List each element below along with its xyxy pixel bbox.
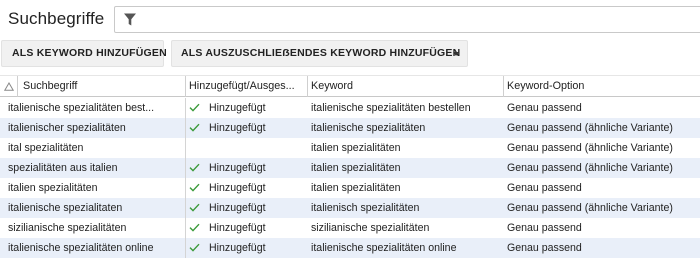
status-label: Hinzugefügt bbox=[209, 182, 266, 194]
search-term-cell: sizilianische spezialitäten bbox=[8, 222, 127, 234]
search-term-cell: ital spezialitäten bbox=[8, 142, 84, 154]
add-negative-keyword-label: ALS AUSZUSCHLIEẞENDES KEYWORD HINZUFÜGEN bbox=[181, 47, 461, 59]
column-divider bbox=[185, 178, 186, 198]
keyword-option-cell: Genau passend (ähnliche Variante) bbox=[507, 162, 673, 174]
keyword-option-cell: Genau passend bbox=[507, 102, 582, 114]
keyword-option-cell: Genau passend bbox=[507, 182, 582, 194]
keyword-cell: italienisch spezialitäten bbox=[311, 202, 420, 214]
top-bar: Suchbegriffe bbox=[0, 0, 700, 36]
table-row[interactable]: spezialitäten aus italien Hinzugefügt ital… bbox=[0, 158, 700, 178]
search-term-cell: italien spezialitäten bbox=[8, 182, 98, 194]
checkmark-icon bbox=[189, 243, 200, 252]
keyword-option-cell: Genau passend (ähnliche Variante) bbox=[507, 202, 673, 214]
status-cell bbox=[189, 138, 307, 158]
keyword-cell: italien spezialitäten bbox=[311, 162, 401, 174]
column-divider bbox=[185, 238, 186, 258]
dropdown-caret-icon[interactable] bbox=[453, 52, 459, 56]
checkmark-icon bbox=[189, 103, 200, 112]
status-cell: Hinzugefügt bbox=[189, 178, 307, 198]
checkmark-icon bbox=[189, 163, 200, 172]
table-row[interactable]: italienische spezialitäten best... Hinzug… bbox=[0, 98, 700, 118]
search-term-cell: italienische spezialitaten bbox=[8, 202, 123, 214]
table-row[interactable]: italienische spezialitaten Hinzugefügt ita… bbox=[0, 198, 700, 218]
column-header-keyword[interactable]: Keyword bbox=[311, 76, 501, 97]
column-divider bbox=[185, 198, 186, 218]
column-header-search-term[interactable]: Suchbegriff bbox=[23, 76, 183, 97]
table-row[interactable]: italienische spezialitäten online Hinzuge… bbox=[0, 238, 700, 258]
status-label: Hinzugefügt bbox=[209, 222, 266, 234]
status-label: Hinzugefügt bbox=[209, 242, 266, 254]
table-row[interactable]: ital spezialitäten italien spezialitäten G… bbox=[0, 138, 700, 158]
checkmark-icon bbox=[189, 203, 200, 212]
column-divider bbox=[185, 158, 186, 178]
table-header: Suchbegriff Hinzugefügt/Ausges... Keywor… bbox=[0, 75, 700, 97]
search-term-cell: italienischer spezialitäten bbox=[8, 122, 126, 134]
column-divider bbox=[503, 76, 504, 97]
table-row[interactable]: italienischer spezialitäten Hinzugefügt it… bbox=[0, 118, 700, 138]
status-cell: Hinzugefügt bbox=[189, 218, 307, 238]
search-term-cell: italienische spezialitäten online bbox=[8, 242, 154, 254]
column-divider bbox=[185, 218, 186, 238]
add-negative-keyword-button[interactable]: ALS AUSZUSCHLIEẞENDES KEYWORD HINZUFÜGEN bbox=[171, 40, 468, 67]
checkmark-icon bbox=[189, 183, 200, 192]
keyword-option-cell: Genau passend (ähnliche Variante) bbox=[507, 122, 673, 134]
status-label: Hinzugefügt bbox=[209, 202, 266, 214]
keyword-cell: italien spezialitäten bbox=[311, 182, 401, 194]
status-cell: Hinzugefügt bbox=[189, 238, 307, 258]
column-divider bbox=[185, 118, 186, 138]
status-label: Hinzugefügt bbox=[209, 162, 266, 174]
status-label: Hinzugefügt bbox=[209, 102, 266, 114]
table-row[interactable]: sizilianische spezialitäten Hinzugefügt si… bbox=[0, 218, 700, 238]
status-cell: Hinzugefügt bbox=[189, 118, 307, 138]
checkmark-icon bbox=[189, 223, 200, 232]
toolbar: ALS KEYWORD HINZUFÜGEN ALS AUSZUSCHLIEẞE… bbox=[0, 40, 700, 68]
keyword-cell: sizilianische spezialitäten bbox=[311, 222, 430, 234]
column-divider bbox=[307, 76, 308, 97]
sort-triangle-icon[interactable] bbox=[4, 82, 14, 91]
filter-input[interactable] bbox=[114, 6, 700, 33]
search-term-cell: italienische spezialitäten best... bbox=[8, 102, 155, 114]
column-divider bbox=[17, 76, 18, 97]
keyword-cell: italienische spezialitäten bestellen bbox=[311, 102, 471, 114]
keyword-cell: italienische spezialitäten bbox=[311, 122, 426, 134]
column-divider bbox=[185, 138, 186, 158]
column-divider bbox=[185, 98, 186, 118]
keyword-option-cell: Genau passend (ähnliche Variante) bbox=[507, 142, 673, 154]
table-row[interactable]: italien spezialitäten Hinzugefügt italien … bbox=[0, 178, 700, 198]
status-cell: Hinzugefügt bbox=[189, 198, 307, 218]
keyword-cell: italien spezialitäten bbox=[311, 142, 401, 154]
search-term-cell: spezialitäten aus italien bbox=[8, 162, 118, 174]
keyword-cell: italienische spezialitäten online bbox=[311, 242, 457, 254]
page-title: Suchbegriffe bbox=[8, 9, 105, 28]
column-divider bbox=[185, 76, 186, 97]
keyword-option-cell: Genau passend bbox=[507, 242, 582, 254]
status-cell: Hinzugefügt bbox=[189, 98, 307, 118]
status-label: Hinzugefügt bbox=[209, 122, 266, 134]
checkmark-icon bbox=[189, 123, 200, 132]
filter-icon[interactable] bbox=[123, 12, 137, 27]
keyword-option-cell: Genau passend bbox=[507, 222, 582, 234]
add-keyword-button[interactable]: ALS KEYWORD HINZUFÜGEN bbox=[1, 40, 167, 67]
status-cell: Hinzugefügt bbox=[189, 158, 307, 178]
column-header-added-excluded[interactable]: Hinzugefügt/Ausges... bbox=[189, 76, 304, 97]
column-header-keyword-option[interactable]: Keyword-Option bbox=[507, 76, 697, 97]
